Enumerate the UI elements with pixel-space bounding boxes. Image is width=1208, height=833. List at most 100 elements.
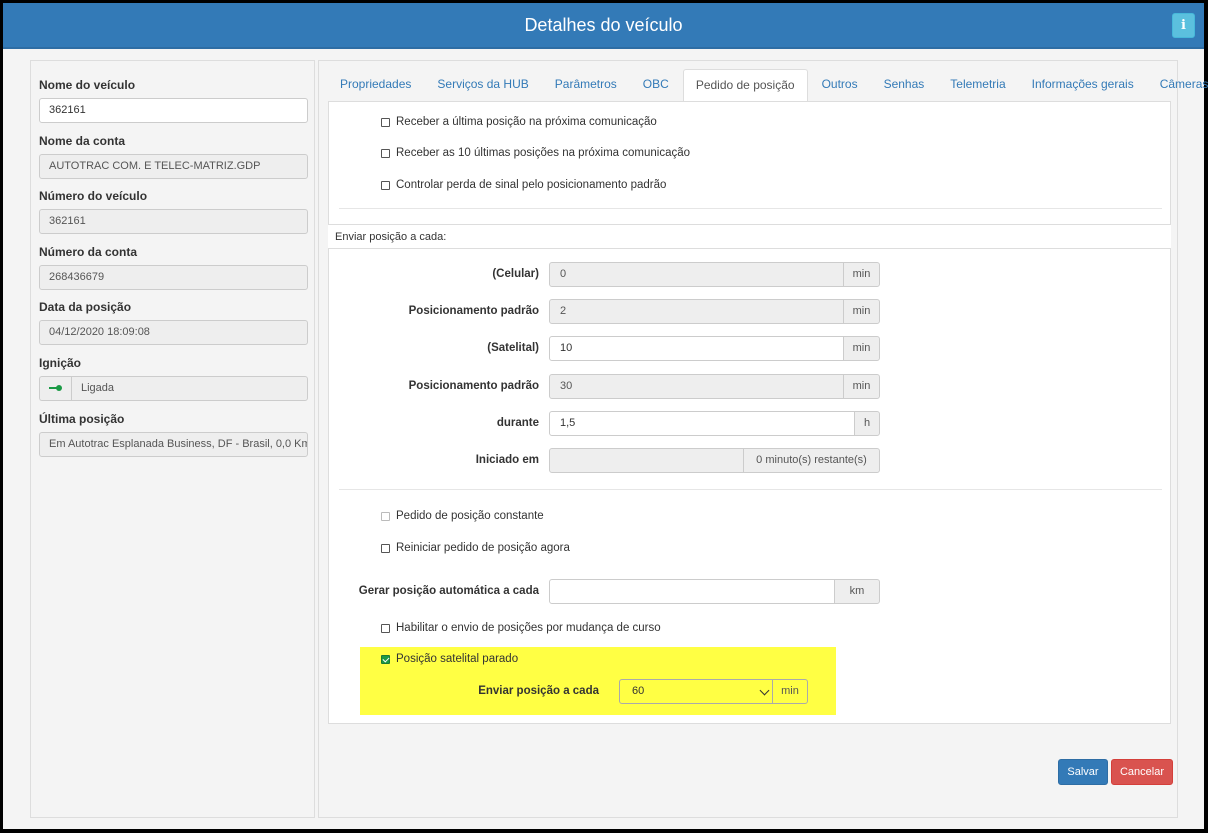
tab-senhas[interactable]: Senhas — [872, 69, 937, 102]
checkbox-label: Habilitar o envio de posições por mudanç… — [396, 622, 661, 634]
details-tabs-panel: Propriedades Serviços da HUB Parâmetros … — [318, 60, 1208, 818]
checkbox-box[interactable] — [381, 180, 390, 190]
position-request-content: Receber a última posição na próxima comu… — [328, 101, 1171, 724]
default-position-label: Posicionamento padrão — [408, 305, 539, 317]
tab-propriedades[interactable]: Propriedades — [328, 69, 423, 102]
account-number-group: Número da conta 268436679 — [39, 245, 308, 290]
tab-bar: Propriedades Serviços da HUB Parâmetros … — [328, 69, 1208, 102]
vehicle-details-window: Detalhes do veículo i Nome do veículo 36… — [3, 3, 1208, 829]
key-icon — [39, 376, 71, 401]
checkbox-label: Pedido de posição constante — [396, 510, 544, 522]
ignition-group: Ignição Ligada — [39, 356, 308, 401]
satellite-label: (Satelital) — [487, 342, 539, 354]
divider — [339, 208, 1162, 209]
auto-position-row: Gerar posição automática a cada — [329, 579, 539, 604]
satellite-default-row: Posicionamento padrão — [329, 374, 539, 399]
checkbox-last-10-positions[interactable]: Receber as 10 últimas posições na próxim… — [381, 145, 690, 161]
vehicle-name-label: Nome do veículo — [39, 78, 136, 92]
last-position-group: Última posição Em Autotrac Esplanada Bus… — [39, 412, 308, 457]
send-interval-section: Enviar posição a cada: — [328, 224, 1171, 249]
cellular-default-field: 2 — [549, 299, 844, 324]
unit-addon: h — [854, 411, 880, 436]
remaining-time-addon: 0 minuto(s) restante(s) — [743, 448, 880, 473]
cancel-button[interactable]: Cancelar — [1111, 759, 1173, 785]
chevron-down-icon — [759, 685, 770, 696]
checkbox-constant-request: Pedido de posição constante — [381, 508, 544, 524]
unit-addon: min — [843, 374, 880, 399]
satellite-stopped-interval-select[interactable]: 60 — [619, 679, 773, 704]
checkbox-label: Reiniciar pedido de posição agora — [396, 542, 570, 554]
cellular-label: (Celular) — [492, 268, 539, 280]
checkbox-box[interactable] — [381, 543, 390, 553]
duration-label: durante — [496, 417, 539, 429]
account-name-group: Nome da conta AUTOTRAC COM. E TELEC-MATR… — [39, 134, 308, 179]
account-name-label: Nome da conta — [39, 134, 126, 148]
unit-addon: min — [843, 336, 880, 361]
save-button[interactable]: Salvar — [1058, 759, 1108, 785]
tab-parametros[interactable]: Parâmetros — [543, 69, 629, 102]
tab-cameras[interactable]: Câmeras — [1148, 69, 1208, 102]
unit-addon: km — [834, 579, 880, 604]
ignition-label: Ignição — [39, 356, 82, 370]
checkbox-box-checked[interactable] — [381, 654, 390, 664]
vehicle-name-input[interactable]: 362161 — [39, 98, 308, 123]
vehicle-number-label: Número do veículo — [39, 189, 148, 203]
checkbox-box[interactable] — [381, 623, 390, 633]
ignition-status-field: Ligada — [71, 376, 308, 401]
unit-addon: min — [843, 262, 880, 287]
duration-input[interactable]: 1,5 — [549, 411, 855, 436]
checkbox-label: Posição satelital parado — [396, 653, 519, 665]
unit-addon: min — [772, 679, 808, 704]
tab-obc[interactable]: OBC — [631, 69, 681, 102]
cellular-row: (Celular) — [329, 262, 539, 287]
divider — [339, 489, 1162, 490]
section-title: Enviar posição a cada: — [335, 231, 447, 243]
tab-informacoes-gerais[interactable]: Informações gerais — [1020, 69, 1146, 102]
checkbox-last-position[interactable]: Receber a última posição na próxima comu… — [381, 114, 657, 130]
checkbox-box — [381, 511, 390, 521]
cellular-interval-field: 0 — [549, 262, 844, 287]
tab-servicos-hub[interactable]: Serviços da HUB — [425, 69, 540, 102]
started-at-row: Iniciado em — [329, 448, 539, 473]
duration-row: durante — [329, 411, 539, 436]
default-position-label: Posicionamento padrão — [408, 380, 539, 392]
account-number-field: 268436679 — [39, 265, 308, 290]
checkbox-box[interactable] — [381, 148, 390, 158]
vehicle-name-group: Nome do veículo 362161 — [39, 78, 308, 123]
checkbox-label: Receber as 10 últimas posições na próxim… — [396, 147, 691, 159]
account-number-label: Número da conta — [39, 245, 138, 259]
checkbox-label: Receber a última posição na próxima comu… — [396, 116, 657, 128]
checkbox-restart-request[interactable]: Reiniciar pedido de posição agora — [381, 540, 570, 556]
unit-addon: min — [843, 299, 880, 324]
last-position-field: Em Autotrac Esplanada Business, DF - Bra… — [39, 432, 308, 457]
checkbox-box[interactable] — [381, 117, 390, 127]
checkbox-label: Controlar perda de sinal pelo posicionam… — [396, 179, 667, 191]
vehicle-number-field: 362161 — [39, 209, 308, 234]
checkbox-signal-loss[interactable]: Controlar perda de sinal pelo posicionam… — [381, 177, 666, 193]
select-value: 60 — [632, 685, 645, 697]
checkbox-course-change[interactable]: Habilitar o envio de posições por mudanç… — [381, 620, 661, 636]
info-button[interactable]: i — [1172, 13, 1195, 38]
started-at-field — [549, 448, 744, 473]
satellite-row: (Satelital) — [329, 336, 539, 361]
vehicle-number-group: Número do veículo 362161 — [39, 189, 308, 234]
satellite-default-field: 30 — [549, 374, 844, 399]
tab-telemetria[interactable]: Telemetria — [938, 69, 1017, 102]
satellite-stopped-row: Enviar posição a cada — [329, 679, 599, 704]
satellite-interval-input[interactable]: 10 — [549, 336, 844, 361]
position-date-field: 04/12/2020 18:09:08 — [39, 320, 308, 345]
cellular-default-row: Posicionamento padrão — [329, 299, 539, 324]
position-date-label: Data da posição — [39, 300, 132, 314]
satellite-stopped-send-label: Enviar posição a cada — [478, 685, 599, 697]
checkbox-satellite-stopped[interactable]: Posição satelital parado — [381, 651, 518, 667]
account-name-field: AUTOTRAC COM. E TELEC-MATRIZ.GDP — [39, 154, 308, 179]
vehicle-summary-panel: Nome do veículo 362161 Nome da conta AUT… — [30, 60, 315, 818]
auto-position-label: Gerar posição automática a cada — [358, 585, 539, 597]
position-date-group: Data da posição 04/12/2020 18:09:08 — [39, 300, 308, 345]
tab-outros[interactable]: Outros — [810, 69, 870, 102]
tab-pedido-posicao[interactable]: Pedido de posição — [682, 69, 808, 102]
last-position-label: Última posição — [39, 412, 125, 426]
started-at-label: Iniciado em — [475, 454, 539, 466]
window-title: Detalhes do veículo — [3, 3, 1204, 49]
auto-position-input[interactable] — [549, 579, 835, 604]
